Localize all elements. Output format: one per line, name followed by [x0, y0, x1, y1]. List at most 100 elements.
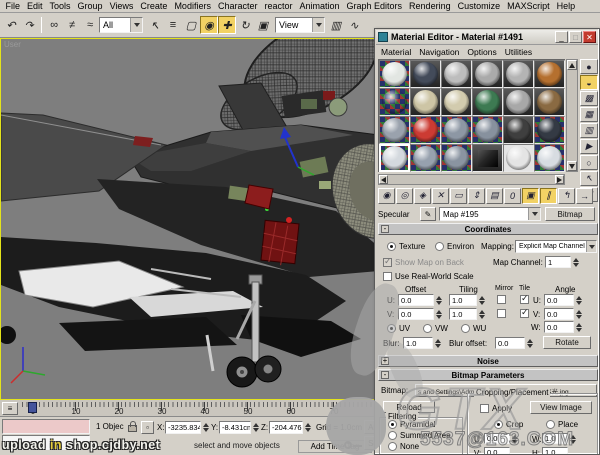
window-crossing-icon[interactable]: ◉: [200, 16, 218, 34]
menu-item[interactable]: reactor: [261, 1, 296, 11]
crop-w-spinner[interactable]: [568, 433, 577, 445]
map-type-button[interactable]: Bitmap: [545, 207, 595, 221]
u-tiling-spinner[interactable]: [477, 294, 486, 306]
get-material-icon[interactable]: ◉: [378, 188, 395, 204]
material-editor-menu-item[interactable]: Navigation: [415, 47, 463, 57]
mapping-dropdown[interactable]: Explicit Map Channel: [515, 240, 597, 253]
selection-filter-dropdown[interactable]: All: [99, 17, 143, 33]
time-slider-handle[interactable]: [28, 402, 37, 413]
dropdown-arrow-icon[interactable]: [312, 18, 324, 32]
menu-item[interactable]: File: [2, 1, 24, 11]
select-by-name-icon[interactable]: ≡: [164, 16, 182, 34]
material-sample-slot[interactable]: [534, 144, 565, 172]
menu-item[interactable]: Rendering: [406, 1, 455, 11]
show-map-on-back-checkbox[interactable]: [383, 258, 392, 267]
bind-to-space-warp-icon[interactable]: ≈: [81, 16, 99, 34]
reference-coordinate-dropdown[interactable]: View: [275, 17, 325, 33]
set-keys-key-icon[interactable]: [344, 441, 352, 449]
menu-item[interactable]: Help: [553, 1, 579, 11]
material-sample-slot[interactable]: [379, 88, 410, 116]
material-name-dropdown[interactable]: Map #195: [439, 207, 541, 221]
menu-item[interactable]: Graph Editors: [343, 1, 406, 11]
use-real-world-scale-checkbox[interactable]: [383, 272, 392, 281]
reset-map-icon[interactable]: ✕: [432, 188, 449, 204]
filtering-radio[interactable]: [388, 420, 397, 429]
viewport-render[interactable]: [1, 39, 379, 399]
show-end-result-icon[interactable]: ∥: [540, 188, 557, 204]
apply-checkbox[interactable]: [480, 404, 489, 413]
pick-material-eyedropper-icon[interactable]: ✎: [420, 207, 436, 221]
go-forward-to-sibling-icon[interactable]: →: [576, 188, 593, 204]
select-and-move-icon[interactable]: ✚: [218, 16, 236, 34]
x-spinner[interactable]: [201, 421, 210, 433]
blur-offset-spinner[interactable]: [525, 337, 534, 349]
minimize-button[interactable]: _: [555, 31, 568, 43]
dropdown-arrow-icon[interactable]: [586, 241, 596, 252]
material-sample-slot[interactable]: [472, 60, 503, 88]
absolute-offset-mode-button[interactable]: ▫: [141, 421, 154, 434]
material-sample-slot[interactable]: [441, 88, 472, 116]
menu-item[interactable]: Group: [74, 1, 106, 11]
w-angle-field[interactable]: 0.0: [544, 321, 574, 333]
assign-material-to-selection-icon[interactable]: ◈: [414, 188, 431, 204]
menu-item[interactable]: MAXScript: [504, 1, 554, 11]
crop-v-field[interactable]: 0.0: [484, 447, 510, 455]
sample-slot-vertical-scrollbar[interactable]: [566, 59, 578, 172]
view-image-button[interactable]: View Image: [530, 401, 592, 414]
material-sample-slot[interactable]: [503, 60, 534, 88]
menu-item[interactable]: Modifiers: [171, 1, 215, 11]
sample-uv-tiling-icon[interactable]: ▦: [580, 107, 598, 122]
dropdown-arrow-icon[interactable]: [130, 18, 142, 32]
menu-item[interactable]: Views: [106, 1, 137, 11]
u-tiling-field[interactable]: 1.0: [449, 294, 477, 306]
material-sample-slot[interactable]: [410, 60, 441, 88]
undo-icon[interactable]: ↶: [2, 16, 20, 34]
maxscript-listener-field[interactable]: [2, 435, 90, 450]
material-sample-slot[interactable]: [534, 88, 565, 116]
menu-item[interactable]: Tools: [46, 1, 74, 11]
u-tile-checkbox[interactable]: [520, 295, 529, 304]
backlight-icon[interactable]: ◒: [580, 75, 598, 90]
menu-item[interactable]: Create: [137, 1, 171, 11]
coordinates-rollout-header[interactable]: - Coordinates: [378, 223, 598, 235]
select-and-link-icon[interactable]: ∞: [45, 16, 63, 34]
put-to-library-icon[interactable]: ▤: [486, 188, 503, 204]
blur-field[interactable]: 1.0: [403, 337, 433, 349]
noise-rollout-header[interactable]: + Noise: [378, 355, 598, 367]
crop-u-field[interactable]: 0.0: [484, 433, 510, 444]
material-sample-slot[interactable]: [441, 116, 472, 144]
material-sample-slot[interactable]: [534, 116, 565, 144]
material-sample-slot[interactable]: [379, 60, 410, 88]
material-sample-slot[interactable]: [379, 144, 410, 172]
sample-slot-horizontal-scrollbar[interactable]: [378, 174, 565, 185]
select-and-manipulate-icon[interactable]: ∿: [345, 16, 363, 34]
y-spinner[interactable]: [251, 421, 260, 433]
menu-item[interactable]: Animation: [296, 1, 343, 11]
u-mirror-checkbox[interactable]: [497, 295, 506, 304]
material-editor-menu-item[interactable]: Options: [463, 47, 500, 57]
v-offset-spinner[interactable]: [434, 308, 443, 320]
select-by-material-icon[interactable]: ↖: [580, 171, 598, 186]
put-material-to-scene-icon[interactable]: ◎: [396, 188, 413, 204]
material-editor-menu-item[interactable]: Utilities: [501, 47, 536, 57]
timeline-ruler[interactable]: 0102030405060708: [22, 400, 379, 417]
u-offset-field[interactable]: 0.0: [398, 294, 434, 306]
v-tiling-field[interactable]: 1.0: [449, 308, 477, 320]
v-mirror-checkbox[interactable]: [497, 309, 506, 318]
select-object-icon[interactable]: ↖: [146, 16, 164, 34]
crop-u-spinner[interactable]: [510, 433, 519, 445]
maxscript-macro-recorder-field[interactable]: [2, 419, 90, 434]
material-sample-slot[interactable]: [472, 88, 503, 116]
sample-type-icon[interactable]: ●: [580, 59, 598, 74]
filtering-radio[interactable]: [388, 442, 397, 451]
expand-icon[interactable]: +: [381, 357, 389, 365]
v-offset-field[interactable]: 0.0: [398, 308, 434, 320]
u-angle-spinner[interactable]: [574, 294, 583, 306]
menu-item[interactable]: Customize: [454, 1, 504, 11]
select-and-uniform-scale-icon[interactable]: ▣: [254, 16, 272, 34]
y-coord-field[interactable]: -8.431cm: [219, 421, 251, 434]
scroll-up-icon[interactable]: [567, 60, 577, 70]
make-material-copy-icon[interactable]: ▭: [450, 188, 467, 204]
rotate-button[interactable]: Rotate: [543, 336, 591, 349]
options-icon[interactable]: ○: [580, 155, 598, 170]
